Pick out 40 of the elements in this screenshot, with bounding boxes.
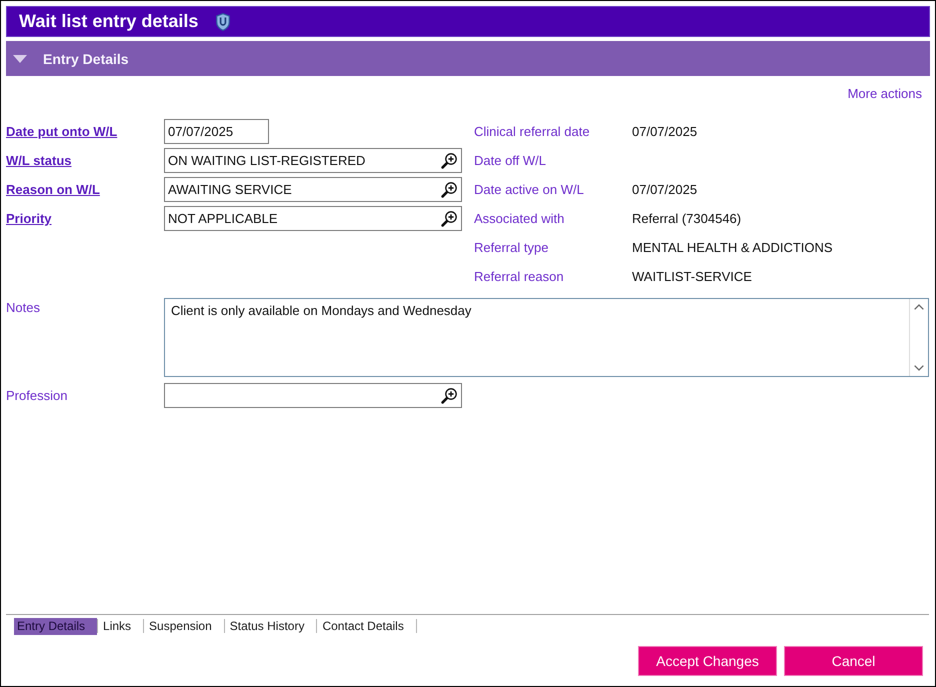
field-label: Notes [6, 299, 40, 315]
lookup-field[interactable]: NOT APPLICABLE [164, 206, 462, 231]
lookup-field[interactable]: AWAITING SERVICE [164, 177, 462, 202]
lookup-field[interactable] [164, 383, 462, 408]
field-label: Referral type [474, 240, 548, 255]
shield-icon [216, 12, 230, 30]
field-value: WAITLIST-SERVICE [632, 269, 752, 284]
field-value: MENTAL HEALTH & ADDICTIONS [632, 240, 833, 255]
tab[interactable]: Suspension [146, 618, 224, 634]
field-label-link[interactable]: Priority [6, 211, 52, 226]
field-value: 07/07/2025 [632, 124, 698, 139]
accept-changes-button[interactable]: Accept Changes [638, 646, 777, 676]
tab[interactable]: Links [100, 618, 144, 634]
magnifier-plus-icon[interactable] [441, 182, 457, 198]
window-title: Wait list entry details [19, 11, 198, 32]
field-value: Referral (7304546) [632, 211, 742, 226]
field-label: Associated with [474, 211, 564, 226]
lookup-field[interactable]: ON WAITING LIST-REGISTERED [164, 148, 462, 173]
field-label: Date active on W/L [474, 182, 584, 197]
tab[interactable]: Status History [226, 618, 316, 634]
section-header[interactable]: Entry Details [6, 41, 930, 76]
field-value: 07/07/2025 [632, 182, 698, 197]
notes-field[interactable]: Client is only available on Mondays and Wednesday [164, 298, 929, 377]
triangle-down-icon[interactable] [13, 54, 27, 62]
field-label: Clinical referral date [474, 124, 590, 139]
cancel-button[interactable]: Cancel [784, 646, 923, 676]
magnifier-plus-icon[interactable] [441, 210, 457, 226]
field-label: Referral reason [474, 269, 564, 284]
chevron-down-icon[interactable] [914, 365, 924, 371]
field-label: Date off W/L [474, 153, 546, 168]
field-label: Profession [6, 388, 68, 403]
magnifier-plus-icon[interactable] [441, 388, 457, 404]
date-field[interactable]: 07/07/2025 [164, 119, 269, 144]
tab[interactable]: Contact Details [319, 618, 416, 634]
chevron-up-icon[interactable] [914, 304, 924, 310]
field-label-link[interactable]: Date put onto W/L [6, 124, 118, 139]
field-label-link[interactable]: W/L status [6, 153, 72, 168]
field-label-link[interactable]: Reason on W/L [6, 182, 100, 197]
magnifier-plus-icon[interactable] [441, 152, 457, 168]
more-actions-link[interactable]: More actions [848, 85, 922, 103]
